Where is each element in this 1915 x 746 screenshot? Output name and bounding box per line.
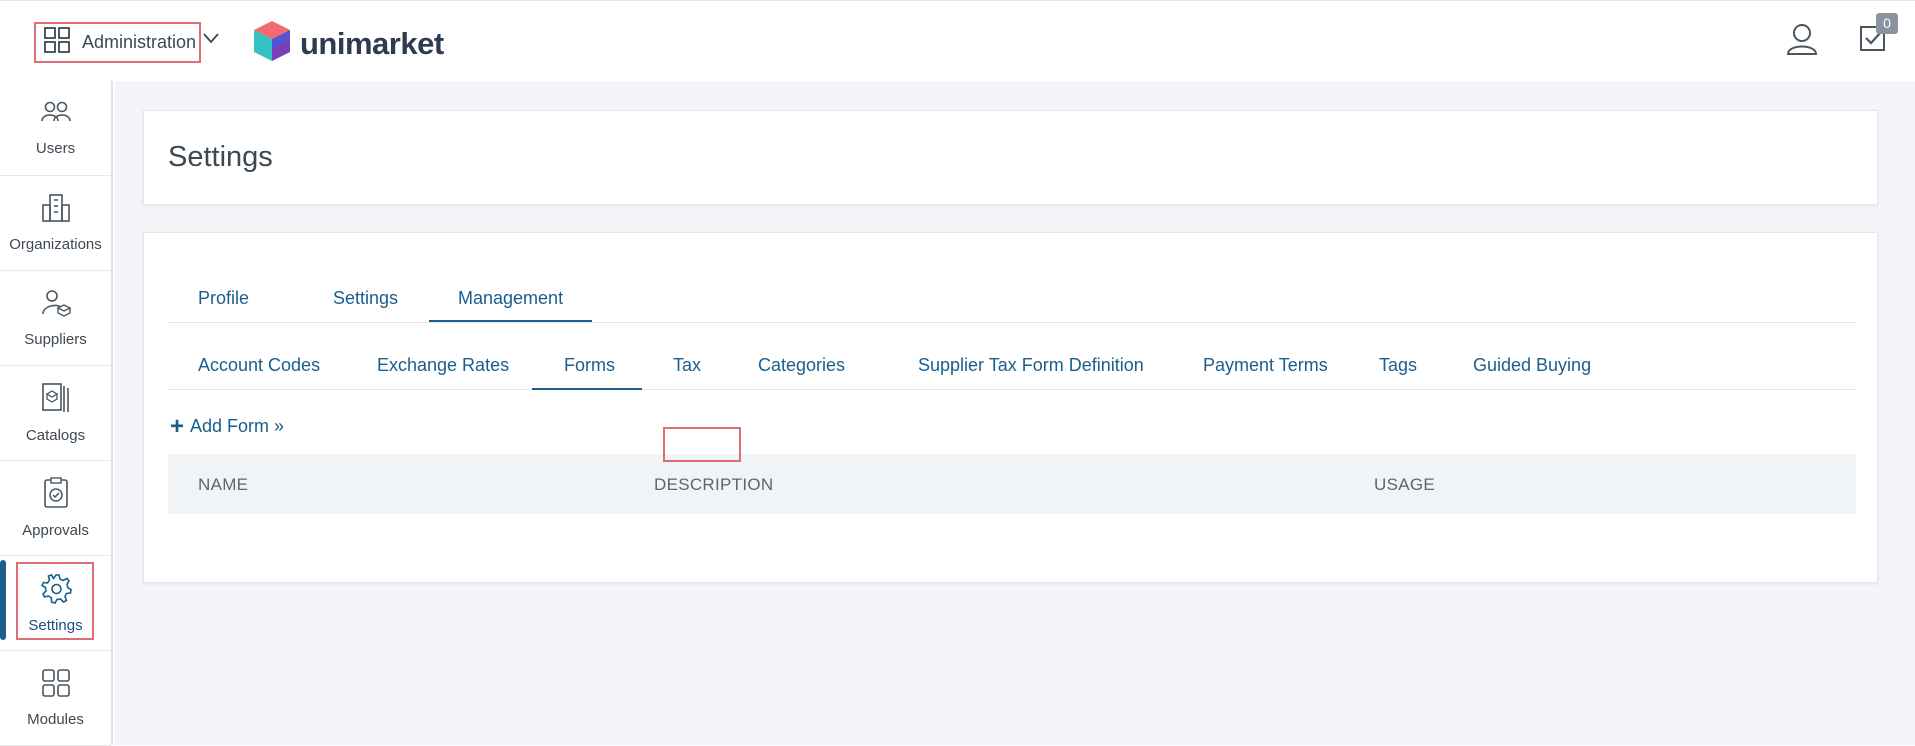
- plus-icon: +: [170, 412, 185, 440]
- sidebar-item-suppliers[interactable]: Suppliers: [0, 271, 111, 366]
- settings-card: Profile Settings Management Account Code…: [143, 232, 1878, 583]
- tab-settings[interactable]: Settings: [333, 288, 398, 309]
- brand-logo[interactable]: unimarket: [253, 20, 444, 67]
- sidebar-item-label: Modules: [27, 711, 84, 728]
- module-switcher-label: Administration: [82, 32, 197, 52]
- main-content: Settings Profile Settings Management Acc…: [115, 81, 1915, 745]
- subtab-account-codes[interactable]: Account Codes: [198, 355, 320, 376]
- sidebar-item-approvals[interactable]: Approvals: [0, 461, 111, 556]
- active-indicator: [0, 560, 6, 640]
- sidebar: Users Organizations Suppliers Catalogs A…: [0, 81, 113, 746]
- subtab-supplier-tax-form-definition[interactable]: Supplier Tax Form Definition: [918, 355, 1144, 376]
- sub-tabs: Account Codes Exchange Rates Forms Tax C…: [168, 323, 1856, 390]
- sidebar-item-label: Approvals: [22, 522, 89, 539]
- tab-profile[interactable]: Profile: [198, 288, 249, 309]
- subtab-active-underline: [532, 388, 642, 390]
- subtab-tags[interactable]: Tags: [1379, 355, 1417, 376]
- sidebar-item-organizations[interactable]: Organizations: [0, 176, 111, 271]
- logo-mark-icon: [253, 20, 291, 67]
- subtab-guided-buying[interactable]: Guided Buying: [1473, 355, 1591, 376]
- tab-management[interactable]: Management: [458, 288, 563, 309]
- top-bar: Administration unimarket 0: [0, 0, 1915, 81]
- subtab-categories[interactable]: Categories: [758, 355, 845, 376]
- sidebar-item-label: Organizations: [9, 236, 102, 253]
- column-header-usage[interactable]: USAGE: [1374, 475, 1435, 495]
- users-icon: [40, 99, 72, 132]
- main-tabs: Profile Settings Management: [168, 233, 1856, 323]
- add-form-label: Add Form »: [190, 416, 285, 436]
- subtab-exchange-rates[interactable]: Exchange Rates: [377, 355, 509, 376]
- building-icon: [41, 193, 71, 228]
- subtab-forms[interactable]: Forms: [564, 355, 615, 376]
- sidebar-item-settings[interactable]: Settings: [0, 556, 111, 651]
- user-profile-icon[interactable]: [1785, 22, 1819, 61]
- grid-icon: [41, 668, 71, 703]
- table-header: NAME DESCRIPTION USAGE: [168, 454, 1856, 514]
- add-form-link[interactable]: + Add Form »: [170, 412, 285, 440]
- catalog-icon: [41, 382, 71, 419]
- sidebar-item-label: Settings: [28, 617, 83, 634]
- tasks-count-badge: 0: [1876, 13, 1898, 34]
- subtab-tax[interactable]: Tax: [673, 355, 701, 376]
- sidebar-item-catalogs[interactable]: Catalogs: [0, 366, 111, 461]
- approval-icon: [42, 477, 70, 514]
- chevron-down-icon[interactable]: [203, 31, 219, 49]
- title-card: Settings: [143, 110, 1878, 205]
- subtab-payment-terms[interactable]: Payment Terms: [1203, 355, 1328, 376]
- tab-active-underline: [429, 320, 592, 322]
- sidebar-item-modules[interactable]: Modules: [0, 651, 111, 746]
- grid-icon: [44, 27, 70, 58]
- sidebar-item-label: Catalogs: [25, 427, 86, 444]
- sidebar-item-label: Users: [35, 140, 76, 157]
- page-title: Settings: [168, 141, 273, 173]
- sidebar-item-users[interactable]: Users: [0, 81, 111, 176]
- brand-name: unimarket: [300, 25, 444, 61]
- supplier-icon: [40, 288, 72, 323]
- sidebar-item-label: Suppliers: [24, 331, 87, 348]
- gear-icon: [40, 572, 72, 609]
- module-switcher-button[interactable]: Administration: [34, 22, 201, 63]
- column-header-description[interactable]: DESCRIPTION: [654, 475, 773, 495]
- column-header-name[interactable]: NAME: [198, 475, 248, 495]
